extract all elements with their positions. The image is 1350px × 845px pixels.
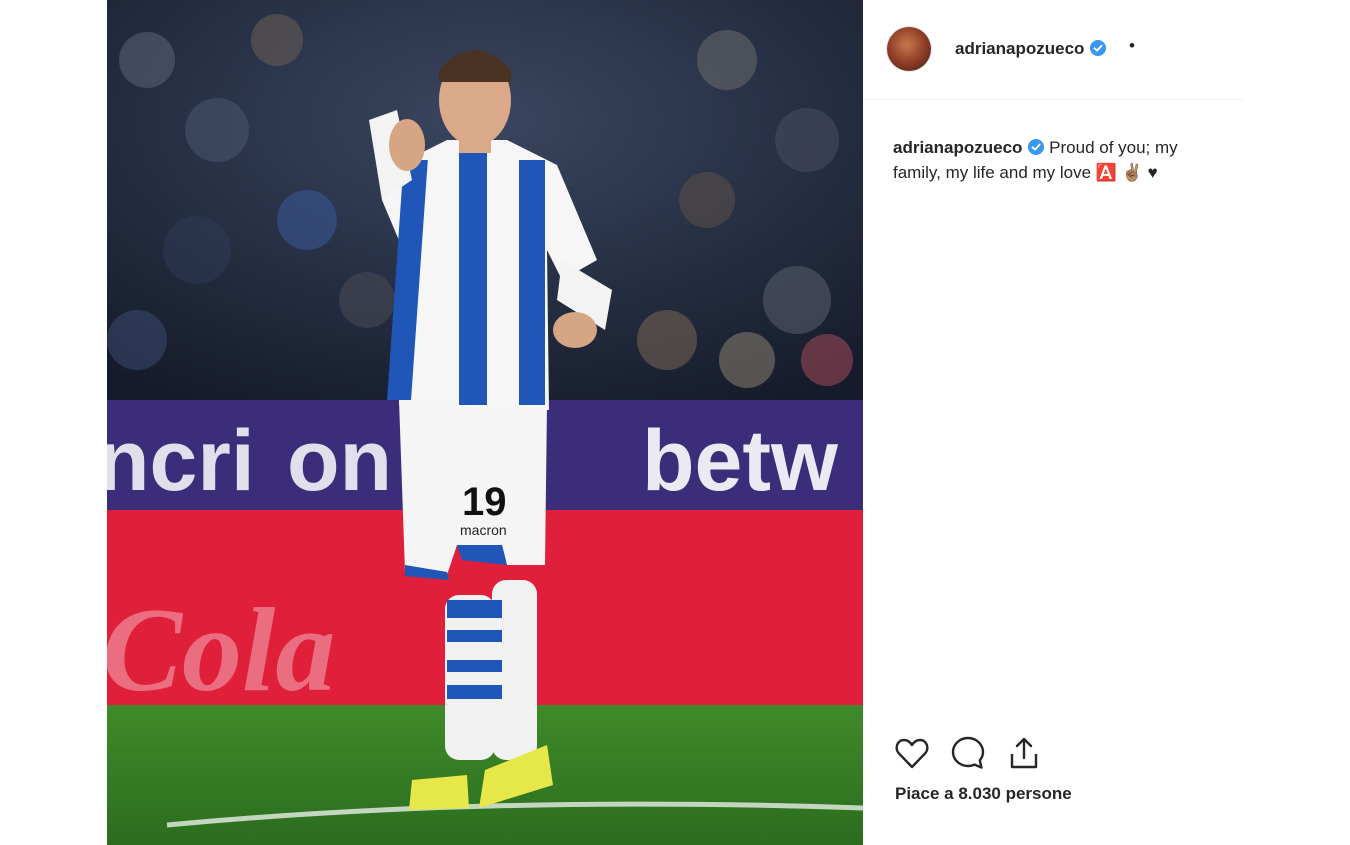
header-separator: • xyxy=(1129,36,1135,55)
caption-emoji-heart: ♥ xyxy=(1147,163,1158,182)
jersey-number: 19 xyxy=(462,480,507,524)
post-header: adrianapozueco • xyxy=(863,0,1243,100)
post-sidebar: adrianapozueco • adrianapozueco Proud of… xyxy=(863,0,1243,845)
post-caption: adrianapozueco Proud of you; my family, … xyxy=(893,135,1223,185)
likes-count[interactable]: Piace a 8.030 persone xyxy=(895,784,1072,804)
board-text-2: on xyxy=(287,413,392,509)
header-username-text[interactable]: adrianapozueco xyxy=(955,39,1084,58)
caption-emoji-a: 🅰️ xyxy=(1095,163,1117,182)
post-photo[interactable]: ncri on betw Cola 19 macron xyxy=(107,0,863,845)
share-icon[interactable] xyxy=(1005,734,1043,772)
photo-scene: ncri on betw Cola 19 macron xyxy=(107,0,863,845)
caption-emoji-peace: ✌🏽 xyxy=(1121,163,1143,182)
board-text-3: betw xyxy=(642,413,839,509)
ad-text-red: Cola xyxy=(107,583,335,716)
heart-icon[interactable] xyxy=(893,734,931,772)
verified-badge-icon xyxy=(1090,40,1107,56)
shorts-brand: macron xyxy=(460,522,507,538)
caption-username[interactable]: adrianapozueco xyxy=(893,138,1022,157)
avatar[interactable] xyxy=(887,27,931,71)
comment-icon[interactable] xyxy=(949,734,987,772)
post-actions xyxy=(893,734,1093,774)
header-username[interactable]: adrianapozueco xyxy=(955,39,1107,59)
board-text-1: ncri xyxy=(107,413,255,509)
verified-badge-icon xyxy=(1028,139,1045,155)
